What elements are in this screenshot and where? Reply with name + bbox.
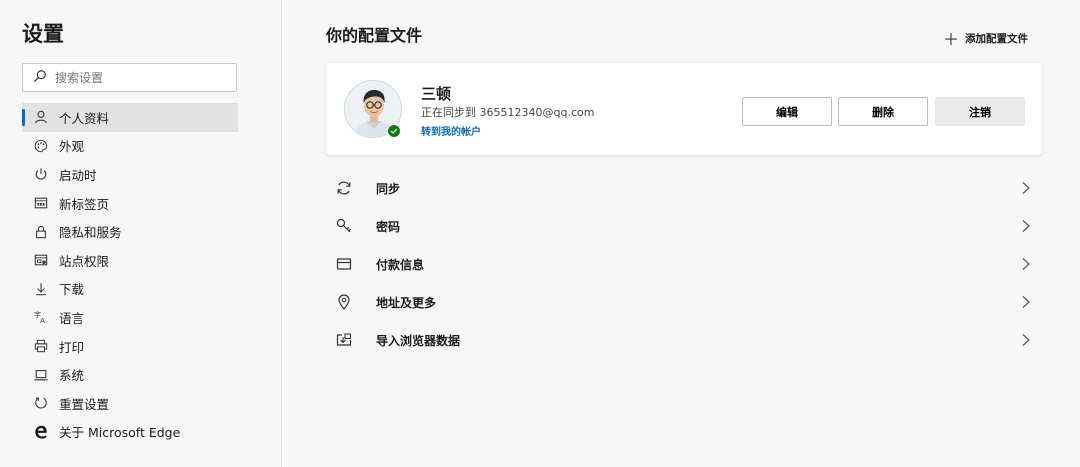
site-permissions-icon bbox=[34, 253, 48, 267]
printer-icon bbox=[34, 339, 48, 353]
sidebar-item-printers[interactable]: 打印 bbox=[22, 332, 238, 361]
page-title: 你的配置文件 bbox=[326, 26, 423, 45]
sync-status: 正在同步到 365512340@qq.com bbox=[421, 106, 595, 119]
add-profile-label: 添加配置文件 bbox=[965, 32, 1029, 45]
sidebar-item-about[interactable]: 关于 Microsoft Edge bbox=[22, 418, 238, 447]
sidebar-item-reset[interactable]: 重置设置 bbox=[22, 389, 238, 418]
chevron-right-icon bbox=[1022, 182, 1030, 194]
profile-name: 三顿 bbox=[421, 85, 452, 103]
sidebar-item-label: 重置设置 bbox=[59, 396, 110, 412]
sidebar-item-label: 打印 bbox=[59, 339, 85, 355]
settings-row-label: 同步 bbox=[376, 181, 401, 196]
manage-account-link[interactable]: 转到我的帐户 bbox=[421, 123, 481, 138]
sidebar-item-label: 系统 bbox=[59, 368, 85, 384]
settings-row-payment[interactable]: 付款信息 bbox=[326, 245, 1042, 283]
laptop-icon bbox=[34, 368, 48, 382]
sidebar-item-new-tab[interactable]: 新标签页 bbox=[22, 189, 238, 218]
profile-settings-list: 同步 密码 付款信息 地址及更多 导入浏览器数据 bbox=[326, 169, 1042, 359]
sidebar-item-appearance[interactable]: 外观 bbox=[22, 132, 238, 161]
sidebar-item-site-permissions[interactable]: 站点权限 bbox=[22, 246, 238, 275]
sidebar-item-label: 语言 bbox=[59, 310, 85, 326]
sidebar-item-startup[interactable]: 启动时 bbox=[22, 160, 238, 189]
settings-row-label: 地址及更多 bbox=[376, 295, 437, 310]
settings-row-label: 导入浏览器数据 bbox=[376, 333, 461, 348]
settings-row-label: 付款信息 bbox=[376, 257, 425, 272]
palette-icon bbox=[34, 139, 48, 153]
sidebar-item-label: 站点权限 bbox=[59, 253, 110, 269]
new-tab-icon bbox=[34, 196, 48, 210]
sidebar-item-system[interactable]: 系统 bbox=[22, 360, 238, 389]
search-box[interactable] bbox=[22, 63, 237, 92]
lock-icon bbox=[34, 225, 48, 239]
sidebar-item-downloads[interactable]: 下载 bbox=[22, 275, 238, 304]
chevron-right-icon bbox=[1022, 258, 1030, 270]
profile-card: 三顿 正在同步到 365512340@qq.com 转到我的帐户 编辑 删除 注… bbox=[326, 63, 1042, 155]
power-icon bbox=[34, 167, 48, 181]
search-icon bbox=[33, 68, 47, 87]
settings-row-addresses[interactable]: 地址及更多 bbox=[326, 283, 1042, 321]
sidebar-item-label: 隐私和服务 bbox=[59, 225, 122, 241]
reset-icon bbox=[34, 396, 48, 410]
language-icon: 字A bbox=[34, 310, 48, 324]
sidebar-item-label: 下载 bbox=[59, 282, 85, 298]
chevron-right-icon bbox=[1022, 334, 1030, 346]
delete-button[interactable]: 删除 bbox=[838, 97, 928, 126]
add-profile-button[interactable]: ＋ 添加配置文件 bbox=[943, 26, 1028, 50]
settings-row-label: 密码 bbox=[376, 219, 401, 234]
key-icon bbox=[336, 218, 352, 234]
sidebar: 设置 个人资料 外观 启动时 新 bbox=[0, 0, 282, 467]
sidebar-item-label: 关于 Microsoft Edge bbox=[59, 425, 181, 441]
edge-logo-icon bbox=[34, 425, 48, 439]
edit-button[interactable]: 编辑 bbox=[742, 97, 832, 126]
chevron-right-icon bbox=[1022, 296, 1030, 308]
sidebar-item-languages[interactable]: 字A 语言 bbox=[22, 303, 238, 332]
sidebar-title: 设置 bbox=[22, 22, 64, 46]
settings-row-import[interactable]: 导入浏览器数据 bbox=[326, 321, 1042, 359]
sidebar-item-label: 新标签页 bbox=[59, 196, 110, 212]
settings-row-passwords[interactable]: 密码 bbox=[326, 207, 1042, 245]
download-icon bbox=[34, 282, 48, 296]
sidebar-item-label: 启动时 bbox=[59, 167, 97, 183]
credit-card-icon bbox=[336, 256, 352, 272]
sidebar-nav: 个人资料 外观 启动时 新标签页 隐私和服务 站点权限 下载 字 A 语言 打印… bbox=[22, 103, 238, 446]
sidebar-item-label: 外观 bbox=[59, 139, 85, 155]
sidebar-item-label: 个人资料 bbox=[59, 110, 110, 126]
svg-text:A: A bbox=[40, 318, 45, 325]
sidebar-item-profile[interactable]: 个人资料 bbox=[22, 103, 238, 132]
sync-icon bbox=[336, 180, 352, 196]
search-input[interactable] bbox=[55, 70, 225, 85]
chevron-right-icon bbox=[1022, 220, 1030, 232]
sign-out-button[interactable]: 注销 bbox=[935, 97, 1025, 126]
person-icon bbox=[34, 110, 48, 124]
sync-check-icon bbox=[387, 124, 401, 138]
location-pin-icon bbox=[336, 294, 352, 310]
settings-row-sync[interactable]: 同步 bbox=[326, 169, 1042, 207]
import-icon bbox=[336, 332, 352, 348]
plus-icon: ＋ bbox=[943, 30, 960, 49]
sidebar-item-privacy[interactable]: 隐私和服务 bbox=[22, 217, 238, 246]
